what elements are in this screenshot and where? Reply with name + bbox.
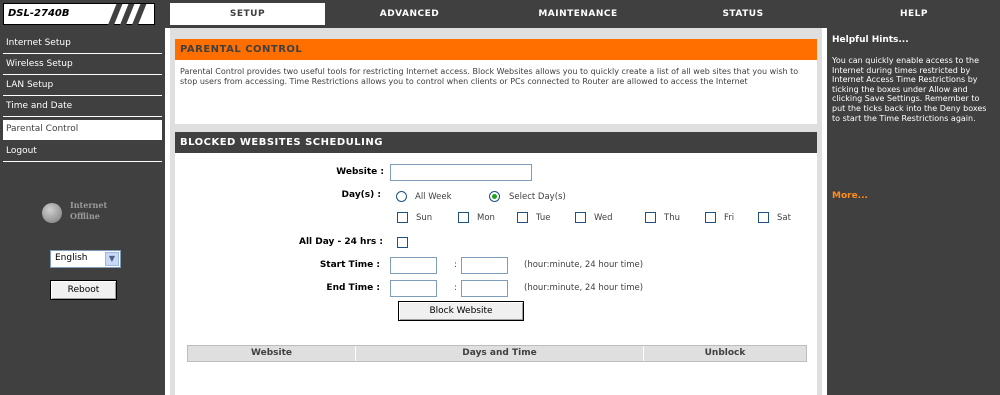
all-day-label: All Day - 24 hrs : [299, 237, 383, 247]
day-checkbox-thu[interactable] [645, 212, 656, 223]
tab-advanced[interactable]: ADVANCED [327, 3, 492, 25]
website-label: Website : [336, 167, 384, 177]
blocked-websites-form: Website : Day(s) : All Week Select Day(s… [175, 153, 817, 395]
day-checkbox-tue[interactable] [517, 212, 528, 223]
logo-slash-decor [131, 4, 147, 26]
all-day-checkbox[interactable] [397, 237, 408, 248]
top-navigation-bar: DSL-2740B SETUP ADVANCED MAINTENANCE STA… [0, 0, 1000, 28]
help-title: Helpful Hints... [832, 35, 909, 45]
start-minute-input[interactable] [461, 257, 508, 274]
day-label-sat: Sat [777, 213, 791, 223]
all-week-label: All Week [415, 192, 452, 202]
model-name: DSL-2740B [8, 8, 70, 19]
reboot-button[interactable]: Reboot [50, 280, 117, 300]
all-week-radio[interactable] [396, 191, 407, 202]
sidebar-item-time-and-date[interactable]: Time and Date [3, 97, 162, 117]
sidebar-item-internet-setup[interactable]: Internet Setup [3, 34, 162, 54]
help-panel: Helpful Hints... You can quickly enable … [827, 28, 1000, 395]
sidebar-item-wireless-setup[interactable]: Wireless Setup [3, 55, 162, 75]
blocked-websites-title: BLOCKED WEBSITES SCHEDULING [175, 132, 817, 153]
column-header-days-and-time: Days and Time [356, 346, 644, 361]
chevron-down-icon[interactable]: ▼ [105, 252, 119, 266]
sidebar-item-logout[interactable]: Logout [3, 142, 162, 162]
end-minute-input[interactable] [461, 280, 508, 297]
sidebar-item-lan-setup[interactable]: LAN Setup [3, 76, 162, 96]
end-time-hint: (hour:minute, 24 hour time) [524, 283, 644, 293]
sidebar-item-parental-control[interactable]: Parental Control [3, 120, 162, 140]
website-input[interactable] [390, 164, 532, 181]
end-hour-input[interactable] [390, 280, 437, 297]
select-days-label: Select Day(s) [509, 192, 566, 202]
day-checkbox-mon[interactable] [458, 212, 469, 223]
start-time-label: Start Time : [319, 260, 380, 270]
help-more-link[interactable]: More... [832, 191, 868, 201]
sidebar: Internet Setup Wireless Setup LAN Setup … [0, 28, 165, 395]
end-time-separator: : [454, 283, 457, 293]
internet-status: Internet Offline [70, 200, 108, 221]
start-time-separator: : [454, 260, 457, 270]
day-label-thu: Thu [664, 213, 680, 223]
day-label-tue: Tue [536, 213, 551, 223]
day-label-wed: Wed [594, 213, 613, 223]
main-content: PARENTAL CONTROL Parental Control provid… [170, 28, 822, 395]
select-days-radio[interactable] [489, 191, 500, 202]
column-header-unblock: Unblock [704, 348, 746, 358]
block-website-button[interactable]: Block Website [398, 301, 524, 321]
blocked-websites-table-header: Website Days and Time Unblock [187, 345, 807, 362]
language-select[interactable]: English ▼ [50, 250, 121, 268]
day-label-fri: Fri [724, 213, 735, 223]
tab-maintenance[interactable]: MAINTENANCE [494, 3, 662, 25]
language-value: English [55, 253, 88, 263]
tab-setup[interactable]: SETUP [170, 3, 325, 25]
day-checkbox-sat[interactable] [758, 212, 769, 223]
device-logo: DSL-2740B [3, 3, 155, 26]
tab-status[interactable]: STATUS [664, 3, 822, 25]
day-checkbox-sun[interactable] [397, 212, 408, 223]
day-checkbox-wed[interactable] [575, 212, 586, 223]
start-hour-input[interactable] [390, 257, 437, 274]
day-label-sun: Sun [416, 213, 433, 223]
day-label-mon: Mon [477, 213, 495, 223]
parental-control-description: Parental Control provides two useful too… [175, 60, 817, 124]
tab-help[interactable]: HELP [832, 3, 996, 25]
parental-control-title: PARENTAL CONTROL [175, 39, 817, 60]
day-checkbox-fri[interactable] [705, 212, 716, 223]
start-time-hint: (hour:minute, 24 hour time) [524, 260, 644, 270]
globe-icon [42, 203, 62, 223]
days-label: Day(s) : [341, 190, 381, 200]
end-time-label: End Time : [326, 283, 380, 293]
help-text: You can quickly enable access to the Int… [832, 56, 987, 123]
column-header-website: Website [188, 346, 356, 361]
